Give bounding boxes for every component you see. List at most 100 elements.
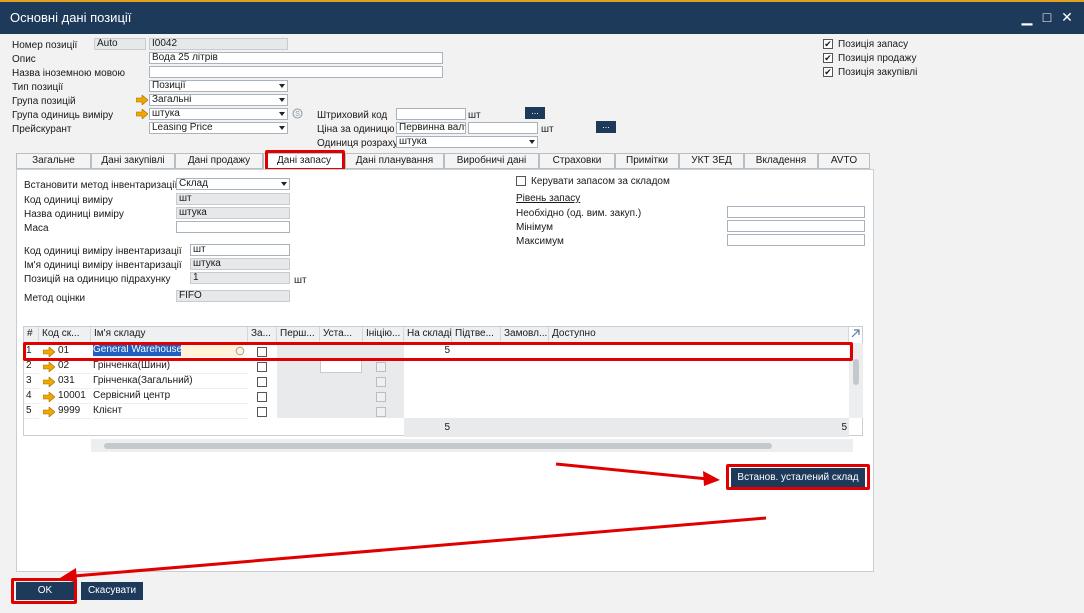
col-header-name[interactable]: Ім'я складу <box>91 327 248 342</box>
inv-method-select[interactable]: Склад <box>176 178 290 190</box>
price-list-select[interactable]: Leasing Price <box>149 122 288 134</box>
cancel-button[interactable]: Скасувати <box>81 582 143 600</box>
link-arrow-icon[interactable] <box>43 362 55 372</box>
valuation-field: FIFO <box>176 290 290 302</box>
maximum-label: Максимум <box>516 236 564 247</box>
foreign-name-field[interactable] <box>149 66 443 78</box>
row-code[interactable]: 9999 <box>58 404 91 419</box>
barcode-browse-button[interactable]: ... <box>525 107 545 119</box>
row-locked-checkbox[interactable] <box>257 392 267 402</box>
col-header-available[interactable]: Доступно <box>549 327 849 342</box>
col-header-set[interactable]: Уста... <box>320 327 363 342</box>
chevron-down-icon <box>529 140 535 144</box>
price-list-value: Leasing Price <box>152 122 213 133</box>
link-arrow-icon[interactable] <box>43 392 55 402</box>
pricing-unit-value: штука <box>399 136 427 147</box>
col-header-ordered[interactable]: Замовл... <box>501 327 549 342</box>
description-field[interactable]: Вода 25 літрів <box>149 52 443 64</box>
col-header-instock[interactable]: На складі <box>404 327 452 342</box>
tab-attachments[interactable]: Вкладення <box>744 153 818 169</box>
unit-price-label: Ціна за одиницю <box>317 124 395 135</box>
col-header-committed[interactable]: Підтве... <box>452 327 501 342</box>
uom-name-field: штука <box>176 207 290 219</box>
sales-item-checkbox[interactable]: ✔ <box>823 53 833 63</box>
row-name[interactable]: Клієнт <box>93 404 248 419</box>
inv-uom-code-field[interactable]: шт <box>190 244 290 256</box>
row-code[interactable]: 10001 <box>58 389 91 404</box>
info-icon[interactable]: S <box>292 108 303 119</box>
weight-label: Маса <box>24 223 49 234</box>
col-header-locked[interactable]: За... <box>248 327 277 342</box>
row-code[interactable]: 02 <box>58 359 91 374</box>
button-highlight <box>726 464 870 490</box>
minimize-icon[interactable]: ▁ <box>1018 8 1036 26</box>
row-num: 5 <box>24 404 39 419</box>
row-locked-checkbox[interactable] <box>257 362 267 372</box>
chevron-down-icon <box>279 98 285 102</box>
barcode-unit: шт <box>468 110 481 121</box>
expand-icon[interactable] <box>850 328 861 339</box>
weight-field[interactable] <box>176 221 290 233</box>
link-arrow-icon[interactable] <box>136 109 148 119</box>
item-number-field[interactable]: I0042 <box>149 38 288 50</box>
row-name[interactable]: Грінченка(Шини) <box>93 359 248 374</box>
unit-price-currency[interactable]: Первинна вал▾ <box>396 122 466 134</box>
items-per-count-label: Позицій на одиницю підрахунку <box>24 274 171 285</box>
inventory-item-label: Позиція запасу <box>838 39 909 50</box>
purchase-item-checkbox[interactable]: ✔ <box>823 67 833 77</box>
horizontal-scroll-thumb[interactable] <box>104 443 772 449</box>
row-locked-checkbox[interactable] <box>257 377 267 387</box>
row-code[interactable]: 031 <box>58 374 91 389</box>
link-arrow-icon[interactable] <box>136 95 148 105</box>
row-name[interactable]: Грінченка(Загальний) <box>93 374 248 389</box>
tab-uktzed[interactable]: УКТ ЗЕД <box>679 153 744 169</box>
minimum-field[interactable] <box>727 220 865 232</box>
required-field[interactable] <box>727 206 865 218</box>
pricing-unit-select[interactable]: штука <box>396 136 538 148</box>
link-arrow-icon[interactable] <box>43 407 55 417</box>
col-header-init[interactable]: Ініцію... <box>363 327 404 342</box>
tab-avto[interactable]: AVTO <box>818 153 870 169</box>
tab-sales[interactable]: Дані продажу <box>175 153 263 169</box>
item-type-select[interactable]: Позиції <box>149 80 288 92</box>
maximize-icon[interactable]: □ <box>1038 8 1056 26</box>
chevron-down-icon <box>279 126 285 130</box>
inventory-item-checkbox[interactable]: ✔ <box>823 39 833 49</box>
item-group-select[interactable]: Загальні <box>149 94 288 106</box>
unit-price-field[interactable] <box>468 122 538 134</box>
tab-purchasing[interactable]: Дані закупівлі <box>91 153 175 169</box>
barcode-field[interactable] <box>396 108 466 120</box>
uom-code-field: шт <box>176 193 290 205</box>
tab-production[interactable]: Виробничі дані <box>444 153 539 169</box>
col-header-first[interactable]: Перш... <box>277 327 320 342</box>
item-group-value: Загальні <box>152 94 192 105</box>
close-icon[interactable]: ✕ <box>1058 8 1076 26</box>
row-init-checkbox <box>376 407 386 417</box>
row-set-field[interactable] <box>320 360 362 373</box>
item-number-series[interactable]: Auto <box>94 38 146 50</box>
link-arrow-icon[interactable] <box>43 377 55 387</box>
tab-planning[interactable]: Дані планування <box>345 153 444 169</box>
row-name[interactable]: Сервісний центр <box>93 389 248 404</box>
tab-remarks[interactable]: Примітки <box>615 153 679 169</box>
maximum-field[interactable] <box>727 234 865 246</box>
unit-price-browse-button[interactable]: ... <box>596 121 616 133</box>
uom-group-value: штука <box>152 108 180 119</box>
valuation-label: Метод оцінки <box>24 293 86 304</box>
total-instock: 5 <box>444 422 450 433</box>
row-locked-checkbox[interactable] <box>257 407 267 417</box>
window-title: Основні дані позиції <box>10 10 132 25</box>
stock-level-label: Рівень запасу <box>516 193 581 204</box>
chevron-down-icon <box>281 182 287 186</box>
tab-general[interactable]: Загальне <box>16 153 91 169</box>
uom-group-select[interactable]: штука <box>149 108 288 120</box>
vertical-scroll-thumb[interactable] <box>853 359 859 385</box>
uom-name-label: Назва одиниці виміру <box>24 209 124 220</box>
row-init-checkbox <box>376 377 386 387</box>
col-header-code[interactable]: Код ск... <box>39 327 91 342</box>
manage-by-wh-checkbox[interactable] <box>516 176 526 186</box>
tab-insurance[interactable]: Страховки <box>539 153 615 169</box>
col-header-num: # <box>24 327 39 342</box>
description-label: Опис <box>12 54 36 65</box>
inv-method-label: Встановити метод інвентаризації <box>24 180 178 191</box>
